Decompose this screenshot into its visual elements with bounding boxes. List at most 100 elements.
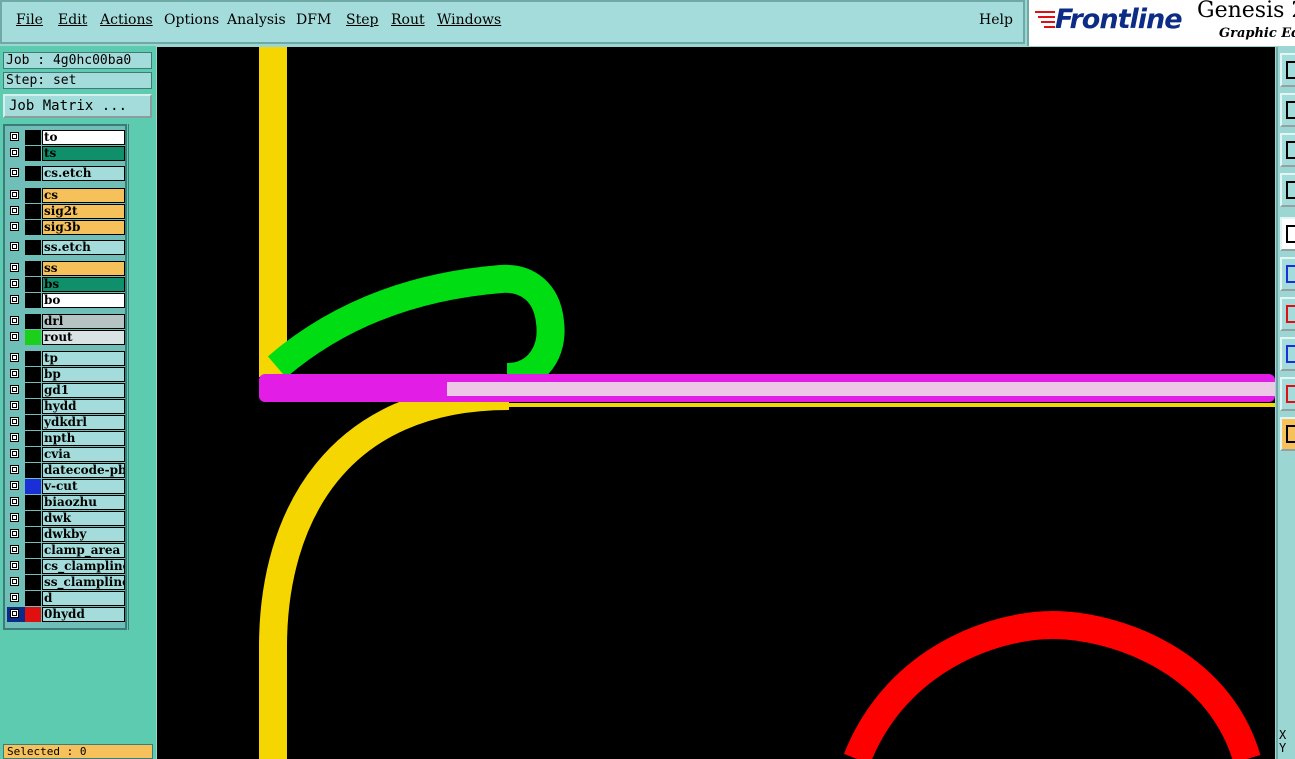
layer-checkbox[interactable] xyxy=(10,263,19,272)
layer-color-swatch[interactable] xyxy=(25,188,41,203)
layer-name[interactable]: cvia xyxy=(42,447,125,462)
layer-name[interactable]: cs xyxy=(42,188,125,203)
layer-checkbox[interactable] xyxy=(10,168,19,177)
layer-row[interactable]: clamp_area xyxy=(7,543,125,558)
layer-name[interactable]: v-cut xyxy=(42,479,125,494)
layer-row[interactable]: sig2t xyxy=(7,204,125,219)
tool-button-5[interactable] xyxy=(1280,217,1295,251)
layer-row[interactable]: hydd xyxy=(7,399,125,414)
tool-button-2[interactable] xyxy=(1280,93,1295,127)
layer-row[interactable]: to xyxy=(7,130,125,145)
layer-color-swatch[interactable] xyxy=(25,330,41,345)
layer-color-swatch[interactable] xyxy=(25,591,41,606)
tool-button-4[interactable] xyxy=(1280,173,1295,207)
layer-color-swatch[interactable] xyxy=(25,293,41,308)
layer-color-swatch[interactable] xyxy=(25,479,41,494)
layer-checkbox[interactable] xyxy=(10,206,19,215)
layer-color-swatch[interactable] xyxy=(25,463,41,478)
layer-color-swatch[interactable] xyxy=(25,351,41,366)
layer-checkbox[interactable] xyxy=(10,353,19,362)
layer-name[interactable]: ss xyxy=(42,261,125,276)
layer-row[interactable]: cs.etch xyxy=(7,166,125,181)
layer-name[interactable]: drl xyxy=(42,314,125,329)
layer-color-swatch[interactable] xyxy=(25,166,41,181)
layer-name[interactable]: npth xyxy=(42,431,125,446)
menu-help[interactable]: Help xyxy=(979,12,1013,28)
layer-checkbox[interactable] xyxy=(10,242,19,251)
layer-row[interactable]: d xyxy=(7,591,125,606)
layer-name[interactable]: dwkby xyxy=(42,527,125,542)
layer-checkbox[interactable] xyxy=(10,577,19,586)
layer-row[interactable]: 0hydd xyxy=(7,607,125,622)
menu-windows[interactable]: Windows xyxy=(437,12,501,28)
tool-button-7[interactable] xyxy=(1280,297,1295,331)
layer-row[interactable]: dwk xyxy=(7,511,125,526)
layer-color-swatch[interactable] xyxy=(25,495,41,510)
layer-row[interactable]: ydkdrl xyxy=(7,415,125,430)
menu-rout[interactable]: Rout xyxy=(391,12,425,28)
layer-row[interactable]: cvia xyxy=(7,447,125,462)
layer-checkbox[interactable] xyxy=(10,481,19,490)
layer-checkbox[interactable] xyxy=(10,433,19,442)
layer-row[interactable]: cs xyxy=(7,188,125,203)
layer-color-swatch[interactable] xyxy=(25,367,41,382)
layer-name[interactable]: cs_clampline xyxy=(42,559,125,574)
layer-row[interactable]: ss_clampline xyxy=(7,575,125,590)
layer-name[interactable]: d xyxy=(42,591,125,606)
layer-color-swatch[interactable] xyxy=(25,543,41,558)
menu-file[interactable]: File xyxy=(16,12,43,28)
layer-checkbox[interactable] xyxy=(10,593,19,602)
layer-name[interactable]: ts xyxy=(42,146,125,161)
tool-button-6[interactable] xyxy=(1280,257,1295,291)
tool-button-1[interactable] xyxy=(1280,53,1295,87)
layer-checkbox[interactable] xyxy=(10,529,19,538)
layer-checkbox[interactable] xyxy=(10,369,19,378)
layer-name[interactable]: bs xyxy=(42,277,125,292)
layer-color-swatch[interactable] xyxy=(25,415,41,430)
layer-name[interactable]: bo xyxy=(42,293,125,308)
layer-row[interactable]: v-cut xyxy=(7,479,125,494)
layer-color-swatch[interactable] xyxy=(25,204,41,219)
layer-name[interactable]: to xyxy=(42,130,125,145)
layer-row[interactable]: bo xyxy=(7,293,125,308)
layer-list-scrollbar[interactable] xyxy=(128,124,156,630)
layer-name[interactable]: tp xyxy=(42,351,125,366)
menu-analysis[interactable]: Analysis xyxy=(227,12,286,28)
layer-checkbox[interactable] xyxy=(10,295,19,304)
layer-color-swatch[interactable] xyxy=(25,575,41,590)
layer-row[interactable]: tp xyxy=(7,351,125,366)
layer-row[interactable]: ss.etch xyxy=(7,240,125,255)
layer-color-swatch[interactable] xyxy=(25,277,41,292)
layer-color-swatch[interactable] xyxy=(25,447,41,462)
layer-row[interactable]: sig3b xyxy=(7,220,125,235)
layer-name[interactable]: biaozhu xyxy=(42,495,125,510)
layer-name[interactable]: bp xyxy=(42,367,125,382)
layer-color-swatch[interactable] xyxy=(25,431,41,446)
layer-color-swatch[interactable] xyxy=(25,220,41,235)
layer-name[interactable]: gd1 xyxy=(42,383,125,398)
layer-row[interactable]: npth xyxy=(7,431,125,446)
layer-name[interactable]: 0hydd xyxy=(42,607,125,622)
layer-row[interactable]: drl xyxy=(7,314,125,329)
layer-name[interactable]: ss.etch xyxy=(42,240,125,255)
layer-color-swatch[interactable] xyxy=(25,559,41,574)
menu-options[interactable]: Options xyxy=(164,12,219,28)
layer-color-swatch[interactable] xyxy=(25,261,41,276)
layer-checkbox[interactable] xyxy=(10,148,19,157)
layer-color-swatch[interactable] xyxy=(25,607,41,622)
tool-button-10[interactable] xyxy=(1280,417,1295,451)
menu-dfm[interactable]: DFM xyxy=(296,12,331,28)
graphic-canvas[interactable] xyxy=(157,47,1275,759)
layer-checkbox[interactable] xyxy=(10,561,19,570)
layer-checkbox[interactable] xyxy=(10,497,19,506)
menu-actions[interactable]: Actions xyxy=(100,12,153,28)
tool-button-3[interactable] xyxy=(1280,133,1295,167)
tool-button-9[interactable] xyxy=(1280,377,1295,411)
layer-checkbox[interactable] xyxy=(10,190,19,199)
layer-name[interactable]: hydd xyxy=(42,399,125,414)
layer-color-swatch[interactable] xyxy=(25,314,41,329)
layer-color-swatch[interactable] xyxy=(25,399,41,414)
layer-row[interactable]: bp xyxy=(7,367,125,382)
layer-name[interactable]: sig3b xyxy=(42,220,125,235)
layer-color-swatch[interactable] xyxy=(25,240,41,255)
